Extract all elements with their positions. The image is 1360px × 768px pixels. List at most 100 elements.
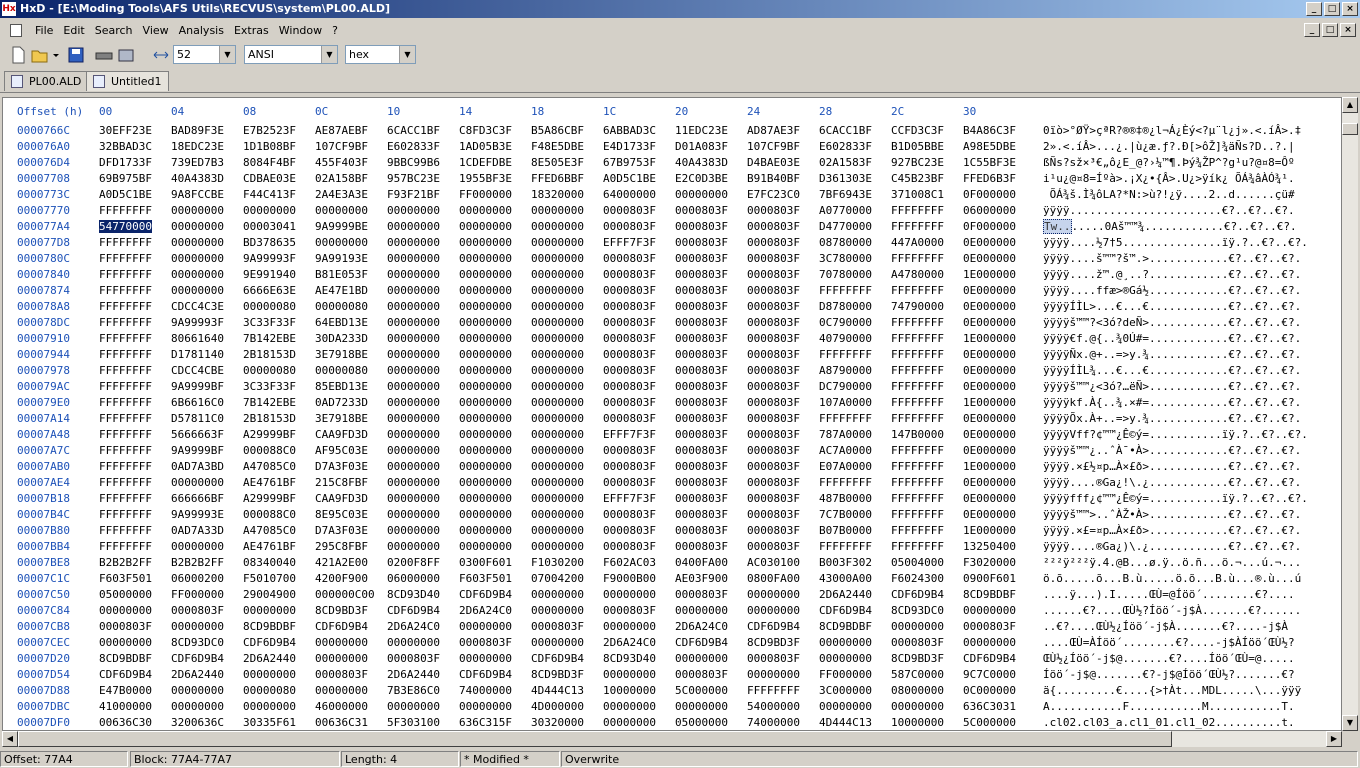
hex-cell[interactable]: 6ABBAD3C — [603, 124, 656, 137]
hex-cell[interactable]: 00000000 — [459, 364, 512, 377]
hex-cell[interactable]: 5666663F — [171, 428, 224, 441]
hex-cell[interactable]: 4D000000 — [531, 700, 584, 713]
hex-cell[interactable]: 0000803F — [603, 284, 656, 297]
hex-cell[interactable]: CDF6D9B4 — [315, 620, 368, 633]
hex-cell[interactable]: 64000000 — [603, 188, 656, 201]
hex-cell[interactable]: 00000000 — [459, 396, 512, 409]
hex-cell[interactable]: FFFFFFFF — [99, 236, 152, 249]
hex-cell[interactable]: CCFD3C3F — [891, 124, 944, 137]
text-column[interactable]: ÿÿÿÿ€f.@{..¾0Ú#=............€?..€?..€?. — [1043, 332, 1301, 345]
hex-cell[interactable]: 00000000 — [531, 540, 584, 553]
hex-cell[interactable]: 9C7C0000 — [963, 668, 1016, 681]
text-column[interactable]: ÿÿÿÿ....ffæ>®Gá½............€?..€?..€?. — [1043, 284, 1301, 297]
hex-cell[interactable]: A98E5DBE — [963, 140, 1016, 153]
hex-cell[interactable]: 00000000 — [315, 652, 368, 665]
hex-cell[interactable]: 00636C30 — [99, 716, 152, 729]
hex-cell[interactable]: 9A99193E — [315, 252, 368, 265]
hex-cell[interactable]: 0E000000 — [963, 364, 1016, 377]
hex-cell[interactable]: 00000000 — [531, 332, 584, 345]
hex-cell[interactable]: FFFFFFFF — [99, 428, 152, 441]
hex-cell[interactable]: 0000803F — [747, 396, 800, 409]
hex-cell[interactable]: 00000000 — [459, 316, 512, 329]
hex-cell[interactable]: CDBAE03E — [243, 172, 296, 185]
hex-cell[interactable]: B2B2B2FF — [99, 556, 152, 569]
hex-cell[interactable]: 00000000 — [387, 700, 440, 713]
hex-cell[interactable]: DFD1733F — [99, 156, 152, 169]
text-column[interactable]: Tw.......0Aš™™¾............€?..€?..€?. — [1043, 219, 1297, 234]
hex-cell[interactable]: 0000803F — [675, 332, 728, 345]
hex-cell[interactable]: 8CD93D40 — [603, 652, 656, 665]
hex-cell[interactable]: 00000000 — [459, 380, 512, 393]
text-column[interactable]: ÿÿÿÿš™™?<3ó?deÑ>............€?..€?..€?. — [1043, 316, 1301, 329]
hex-cell[interactable]: 0000803F — [675, 300, 728, 313]
hex-cell[interactable]: 00000000 — [459, 700, 512, 713]
text-column[interactable]: ÿÿÿÿš™™¿..ˆÀ¯•À>............€?..€?..€?. — [1043, 444, 1301, 457]
hex-cell[interactable]: 2D6A2440 — [171, 668, 224, 681]
hex-cell[interactable]: FFFFFFFF — [99, 348, 152, 361]
hex-cell[interactable]: 00000000 — [531, 284, 584, 297]
hex-cell[interactable]: FFFFFFFF — [891, 348, 944, 361]
hex-cell[interactable]: 00000000 — [747, 604, 800, 617]
text-column[interactable]: ÿÿÿÿ....ž™.@¸..?............€?..€?..€?. — [1043, 268, 1301, 281]
hex-cell[interactable]: 00000000 — [315, 636, 368, 649]
hex-cell[interactable]: 00000000 — [747, 668, 800, 681]
hex-cell[interactable]: 2D6A2440 — [819, 588, 872, 601]
mdi-close-button[interactable]: × — [1340, 23, 1356, 37]
hex-cell[interactable]: FFFFFFFF — [99, 492, 152, 505]
hex-cell[interactable]: 00000000 — [531, 508, 584, 521]
hex-cell[interactable]: C45B23BF — [891, 172, 944, 185]
hex-cell[interactable]: CDF6D9B4 — [675, 636, 728, 649]
hex-cell[interactable]: 00000000 — [531, 492, 584, 505]
hex-cell[interactable]: D4770000 — [819, 220, 872, 233]
hex-cell[interactable]: 06000000 — [387, 572, 440, 585]
hex-cell[interactable]: 40790000 — [819, 332, 872, 345]
hex-cell[interactable]: 2D6A2440 — [243, 652, 296, 665]
hex-cell[interactable]: AE4761BF — [243, 540, 296, 553]
hex-cell[interactable]: 2D6A24C0 — [603, 636, 656, 649]
hex-cell[interactable]: 00000000 — [891, 620, 944, 633]
hex-cell[interactable]: 666666BF — [171, 492, 224, 505]
hex-cell[interactable]: 0000803F — [603, 412, 656, 425]
hex-cell[interactable]: FF000000 — [459, 188, 512, 201]
hex-cell[interactable]: 00000000 — [171, 540, 224, 553]
hex-cell[interactable]: 00000000 — [531, 636, 584, 649]
hex-cell[interactable]: 00000000 — [531, 300, 584, 313]
hex-cell[interactable]: FFFFFFFF — [891, 508, 944, 521]
hex-cell[interactable]: 00000000 — [531, 428, 584, 441]
hex-cell[interactable]: B2B2B2FF — [171, 556, 224, 569]
hex-cell[interactable]: 0E000000 — [963, 284, 1016, 297]
hex-cell[interactable]: 0000803F — [675, 204, 728, 217]
hex-cell[interactable]: 0000803F — [675, 492, 728, 505]
text-column[interactable]: .cl02.cl03_a.cl1_01.cl1_02..........t. — [1043, 716, 1295, 729]
hex-cell[interactable]: 0000803F — [747, 412, 800, 425]
hex-cell[interactable]: FF000000 — [819, 668, 872, 681]
hex-cell[interactable]: F602AC03 — [603, 556, 656, 569]
hex-cell[interactable]: 00000000 — [531, 348, 584, 361]
hex-cell[interactable]: 0000803F — [603, 380, 656, 393]
hex-cell[interactable]: 00000000 — [171, 220, 224, 233]
hex-cell[interactable]: FFFFFFFF — [891, 332, 944, 345]
hex-cell[interactable]: 64EBD13E — [315, 316, 368, 329]
hex-cell[interactable]: D8780000 — [819, 300, 872, 313]
hex-cell[interactable]: 0AD7A3BD — [171, 460, 224, 473]
hex-cell[interactable]: 000000C00 — [315, 588, 375, 601]
hex-cell[interactable]: 8CD93DC0 — [891, 604, 944, 617]
text-column[interactable]: ²²²ÿ²²²ÿ.4.@B...ø.ÿ..ö.ñ...ö.¬...ú.¬... — [1043, 556, 1301, 569]
hex-cell[interactable]: 0E000000 — [963, 252, 1016, 265]
menu-extras[interactable]: Extras — [229, 24, 274, 37]
hex-cell[interactable]: 00000000 — [387, 636, 440, 649]
hex-cell[interactable]: 00000000 — [531, 236, 584, 249]
hex-cell[interactable]: 0000803F — [747, 428, 800, 441]
hex-cell[interactable]: 00000000 — [243, 204, 296, 217]
hex-cell[interactable]: 00000000 — [387, 332, 440, 345]
hex-cell[interactable]: 00000000 — [171, 700, 224, 713]
hex-cell[interactable]: 13250400 — [963, 540, 1016, 553]
hex-cell[interactable]: 05004000 — [891, 556, 944, 569]
hex-cell[interactable]: 107A0000 — [819, 396, 872, 409]
hex-cell[interactable]: AE87AEBF — [315, 124, 368, 137]
hex-cell[interactable]: E7B2523F — [243, 124, 296, 137]
hex-cell[interactable]: CDCC4C3E — [171, 300, 224, 313]
hex-cell[interactable]: F6024300 — [891, 572, 944, 585]
hex-cell[interactable]: A47085C0 — [243, 524, 296, 537]
hex-cell[interactable]: FF000000 — [171, 588, 224, 601]
